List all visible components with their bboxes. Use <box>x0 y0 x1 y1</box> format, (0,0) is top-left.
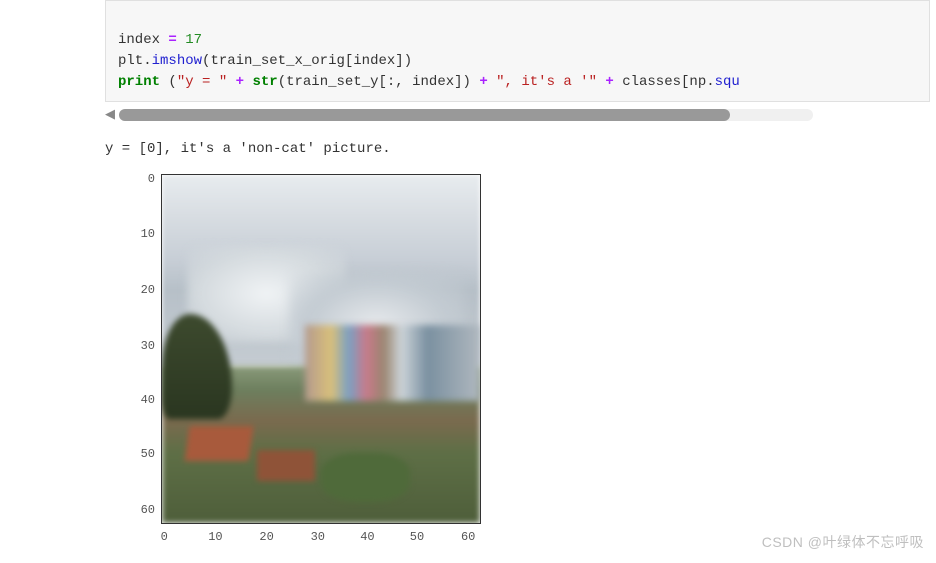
image-region-green <box>321 453 410 502</box>
code-token: ) <box>463 74 471 90</box>
code-token: print <box>118 74 160 90</box>
code-token: squ <box>715 74 740 90</box>
output-text: y = [0], it's a 'non-cat' picture. <box>105 139 936 160</box>
code-token: str <box>252 74 277 90</box>
scrollbar-track[interactable] <box>119 109 813 121</box>
code-cell: index = 17 plt.imshow(train_set_x_orig[i… <box>105 0 930 102</box>
scroll-left-icon[interactable]: ◀ <box>105 108 115 121</box>
x-tick-label: 60 <box>453 528 483 546</box>
x-tick-label: 50 <box>402 528 432 546</box>
x-tick-label: 0 <box>149 528 179 546</box>
code-token: ) <box>404 53 412 69</box>
output-area: y = [0], it's a 'non-cat' picture. 0 10 … <box>105 139 936 563</box>
code-token: . <box>706 74 714 90</box>
x-tick-label: 10 <box>200 528 230 546</box>
image-region-roof <box>257 450 314 481</box>
code-token: ( <box>160 74 177 90</box>
y-tick-label: 20 <box>125 281 155 299</box>
x-axis-ticks: 0 10 20 30 40 50 60 <box>161 528 481 548</box>
code-token: ", it's a '" <box>496 74 597 90</box>
watermark: CSDN @叶绿体不忘呼吸 <box>762 532 924 552</box>
code-token: classes[np <box>622 74 706 90</box>
code-token: . <box>143 53 151 69</box>
y-tick-label: 0 <box>125 170 155 188</box>
code-token: index <box>118 32 160 48</box>
x-tick-label: 20 <box>252 528 282 546</box>
y-tick-label: 10 <box>125 225 155 243</box>
y-tick-label: 40 <box>125 391 155 409</box>
y-tick-label: 60 <box>125 501 155 519</box>
y-axis-ticks: 0 10 20 30 40 50 60 <box>125 174 155 524</box>
code-token: 17 <box>185 32 202 48</box>
code-token: ( <box>278 74 286 90</box>
image-region-roof <box>185 426 253 461</box>
code-token: + <box>471 74 496 90</box>
code-token: + <box>227 74 252 90</box>
code-token: train_set_y[:, index] <box>286 74 462 90</box>
x-tick-label: 40 <box>352 528 382 546</box>
code-token: plt <box>118 53 143 69</box>
image-region-buildings <box>305 325 480 402</box>
code-token: train_set_x_orig[index] <box>210 53 403 69</box>
y-tick-label: 50 <box>125 445 155 463</box>
y-tick-label: 30 <box>125 337 155 355</box>
code-token: + <box>597 74 622 90</box>
code-token: "y = " <box>177 74 227 90</box>
matplotlib-figure: 0 10 20 30 40 50 60 0 10 20 30 40 50 60 <box>105 168 505 563</box>
horizontal-scrollbar[interactable]: ◀ <box>0 106 825 129</box>
code-token: = <box>160 32 185 48</box>
x-tick-label: 30 <box>303 528 333 546</box>
scrollbar-thumb[interactable] <box>119 109 730 121</box>
plot-image <box>161 174 481 524</box>
code-token: imshow <box>152 53 202 69</box>
